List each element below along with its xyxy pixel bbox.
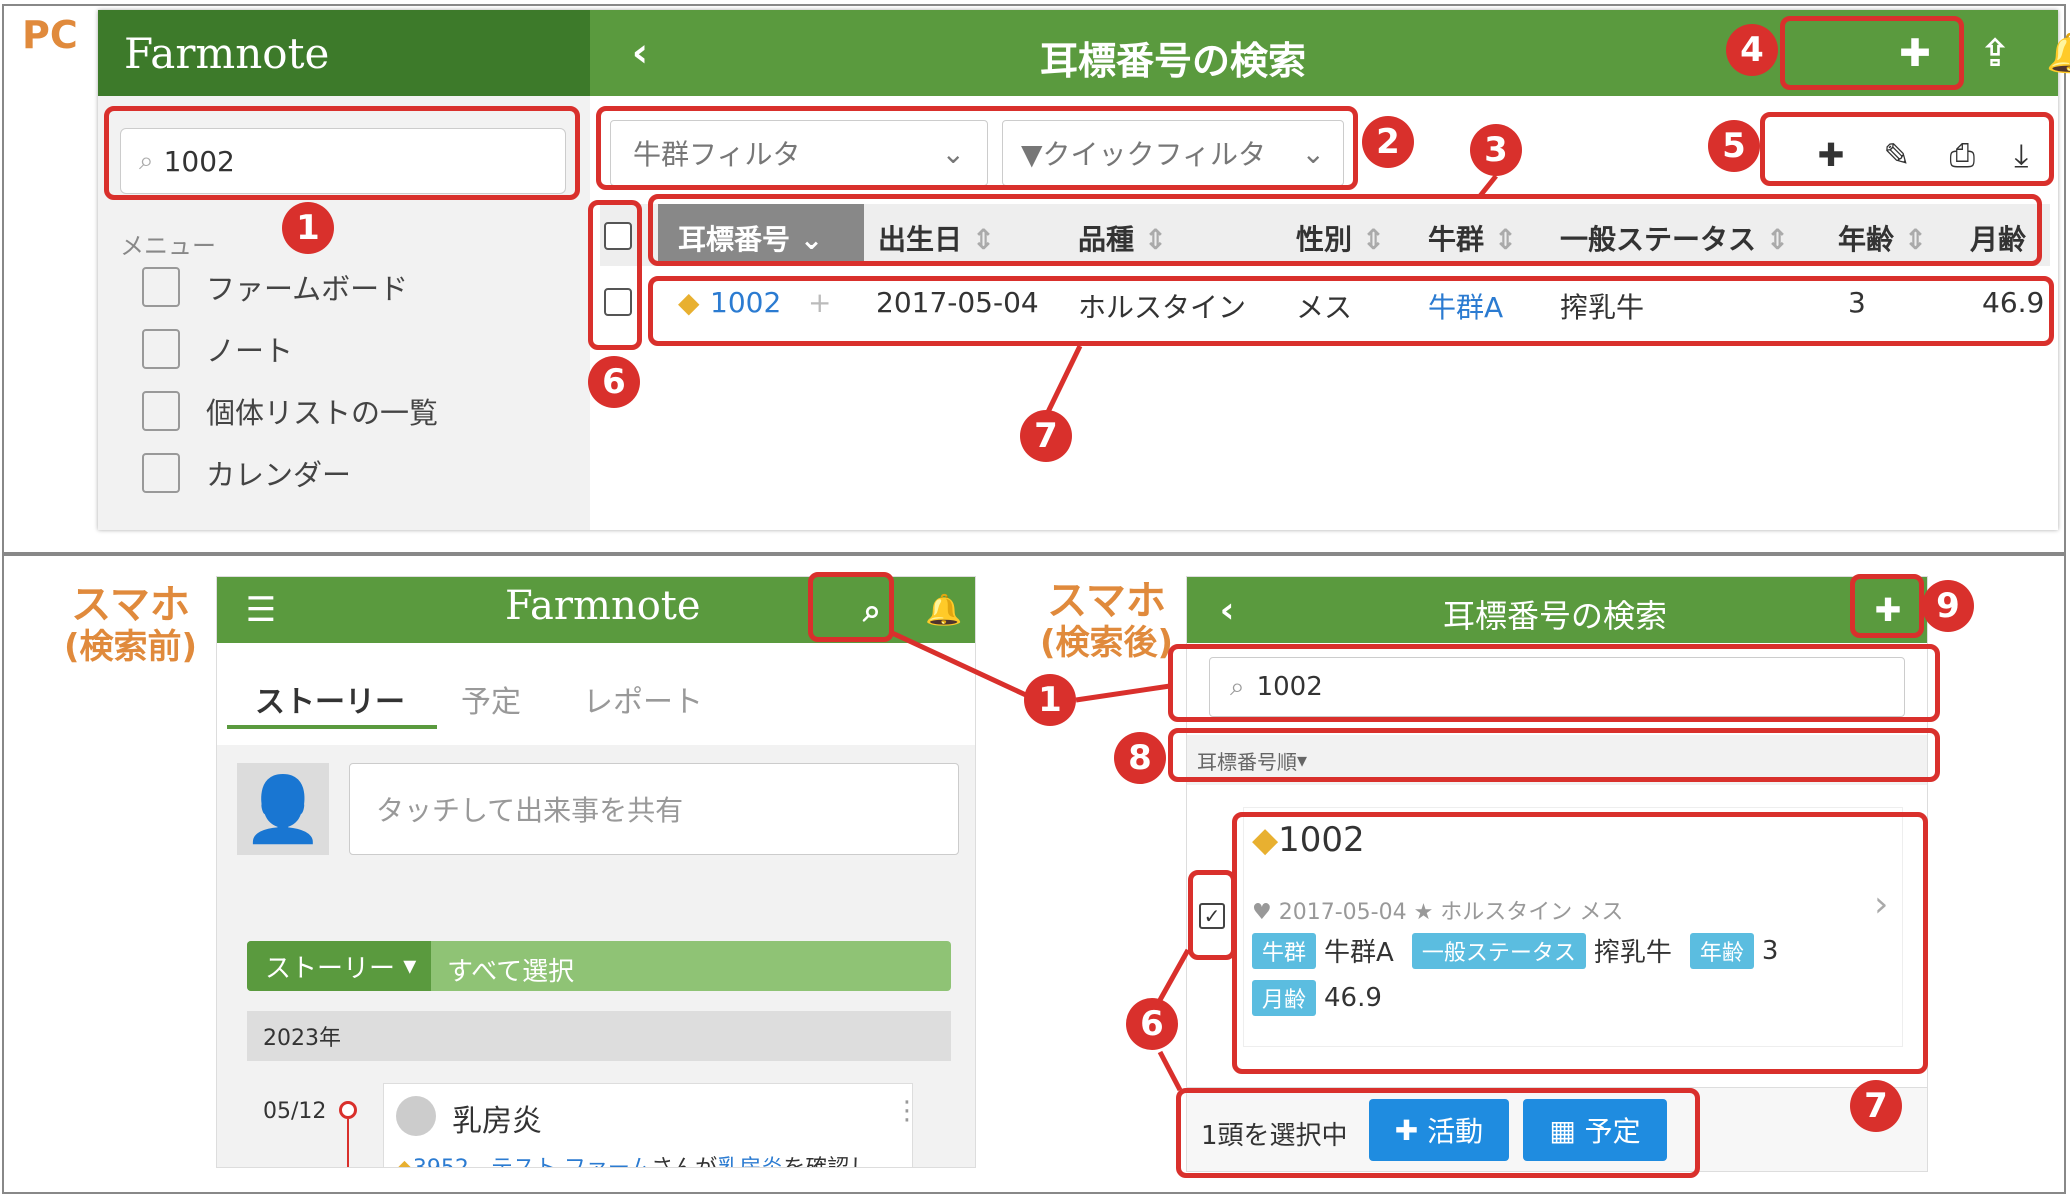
callout-lines-pc [1045, 174, 1498, 414]
callout-lines-sp [888, 629, 1191, 1092]
